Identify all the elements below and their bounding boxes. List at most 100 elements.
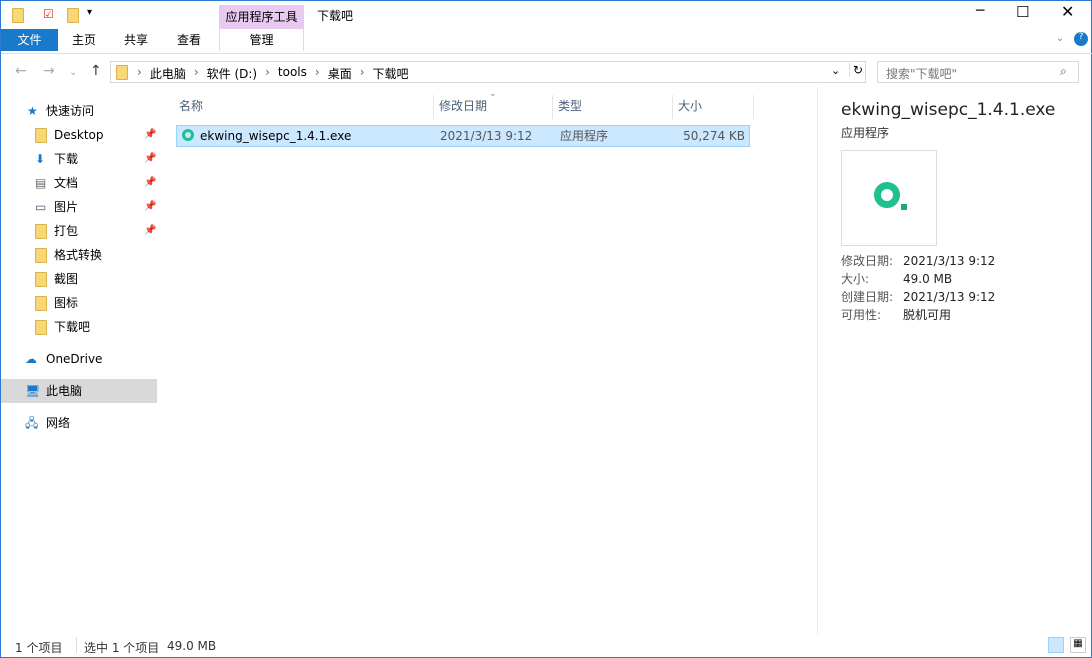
tab-view[interactable]: 查看 [168,29,210,51]
label: 截图 [54,272,79,286]
sidebar-item[interactable]: 下载吧 [1,315,157,339]
sidebar-item-downloads[interactable]: ⬇ 下载 📌 [1,147,157,171]
up-button[interactable]: ↑ [90,63,102,79]
sidebar-item[interactable]: 格式转换 [1,243,157,267]
label: 文档 [54,176,79,190]
label: 格式转换 [54,248,103,262]
file-type: 应用程序 [560,129,609,143]
file-row[interactable]: ekwing_wisepc_1.4.1.exe 2021/3/13 9:12 应… [176,125,750,147]
maximize-button[interactable]: ☐ [1016,3,1029,21]
help-icon[interactable]: ? [1074,32,1088,46]
details-view-button[interactable] [1048,637,1064,653]
divider [1,53,1092,54]
sidebar-item[interactable]: 截图 [1,267,157,291]
search-icon: ⌕ [1060,64,1067,78]
expand-ribbon-icon[interactable]: ⌄ [1056,33,1064,44]
column-type[interactable]: 类型 [554,95,673,119]
folder-icon [35,296,47,311]
details-label: 大小: [841,272,870,286]
customize-toolbar-icon[interactable]: ▾ [87,7,92,18]
sidebar-item-desktop[interactable]: Desktop 📌 [1,123,157,147]
sidebar-item-pictures[interactable]: ▭ 图片 📌 [1,195,157,219]
tab-share[interactable]: 共享 [115,29,157,51]
search-box[interactable]: 搜索"下载吧" ⌕ [877,61,1079,83]
file-name: ekwing_wisepc_1.4.1.exe [200,129,352,143]
column-size[interactable]: 大小 [674,95,754,119]
chevron-icon: › [137,65,142,79]
details-value: 2021/3/13 9:12 [903,254,996,268]
search-input[interactable]: 搜索"下载吧" [886,65,957,82]
chevron-icon: › [265,65,270,79]
pin-icon: 📌 [144,225,157,236]
sidebar-this-pc[interactable]: 🖥 此电脑 [1,379,157,403]
details-thumbnail [841,150,937,246]
chevron-icon: › [359,65,365,79]
label: 此电脑 [46,384,83,398]
label: 下载 [54,152,79,166]
app-logo-icon [874,182,900,208]
details-label: 修改日期: [841,254,894,268]
pin-icon: 📌 [144,129,157,140]
minimize-button[interactable]: ─ [976,3,984,19]
details-divider [817,87,818,635]
folder-icon [116,65,128,80]
picture-icon: ▭ [35,200,47,214]
refresh-button[interactable]: ↻ [849,63,863,77]
crumb[interactable]: 桌面 [328,65,352,82]
status-selected: 选中 1 个项目 [84,641,160,655]
properties-icon[interactable]: ☑ [43,7,54,21]
details-label: 创建日期: [841,290,894,304]
details-type: 应用程序 [841,126,890,140]
crumb[interactable]: 软件 (D:) [207,65,257,82]
folder-icon [35,248,47,263]
computer-icon: 🖥 [25,384,41,398]
label: 打包 [54,224,79,238]
folder-icon [35,320,47,335]
status-size: 49.0 MB [167,639,217,653]
label: 下载吧 [54,320,91,334]
label: 网络 [46,416,71,430]
label: Desktop [54,128,104,142]
star-icon: ★ [27,104,38,118]
label: 图片 [54,200,79,214]
details-value: 49.0 MB [903,272,953,286]
folder-icon [12,8,24,23]
address-dropdown-icon[interactable]: ⌄ [831,64,840,77]
label: 图标 [54,296,79,310]
crumb[interactable]: tools [278,65,307,82]
column-name[interactable]: 名称 [175,95,434,119]
sidebar-quick-access[interactable]: ★ 快速访问 [1,99,157,123]
pin-icon: 📌 [144,177,157,188]
recent-dropdown[interactable]: ⌄ [69,67,77,78]
download-icon: ⬇ [35,152,46,166]
new-folder-icon[interactable] [67,8,79,23]
file-size: 50,274 KB [683,129,745,143]
large-icons-view-button[interactable]: ▦ [1070,637,1086,653]
tab-home[interactable]: 主页 [63,29,105,51]
folder-icon [35,224,47,239]
sidebar-item[interactable]: 图标 [1,291,157,315]
details-name: ekwing_wisepc_1.4.1.exe [841,100,1056,120]
network-icon: 🖧 [25,416,39,430]
chevron-icon: › [193,65,199,79]
tab-file[interactable]: 文件 [1,29,58,51]
sort-indicator-icon: ⌄ [489,89,497,99]
sidebar-item[interactable]: 打包 📌 [1,219,157,243]
sidebar-onedrive[interactable]: ☁ OneDrive [1,347,157,371]
sidebar-network[interactable]: 🖧 网络 [1,411,157,435]
cloud-icon: ☁ [25,352,37,366]
app-icon [182,129,194,141]
sidebar-item-documents[interactable]: ▤ 文档 📌 [1,171,157,195]
label: OneDrive [46,352,103,366]
close-button[interactable]: ✕ [1061,2,1074,21]
file-modified: 2021/3/13 9:12 [440,129,533,143]
document-icon: ▤ [35,176,47,190]
address-bar[interactable]: › 此电脑 › 软件 (D:) › tools › 桌面 › 下载吧 ⌄ ↻ [110,61,866,83]
crumb[interactable]: 下载吧 [373,65,409,82]
crumb[interactable]: 此电脑 [150,65,186,82]
tab-manage[interactable]: 管理 [219,29,304,51]
pin-icon: 📌 [144,153,157,164]
forward-button[interactable]: → [43,63,55,79]
back-button[interactable]: ← [15,63,27,79]
folder-icon [35,128,47,143]
